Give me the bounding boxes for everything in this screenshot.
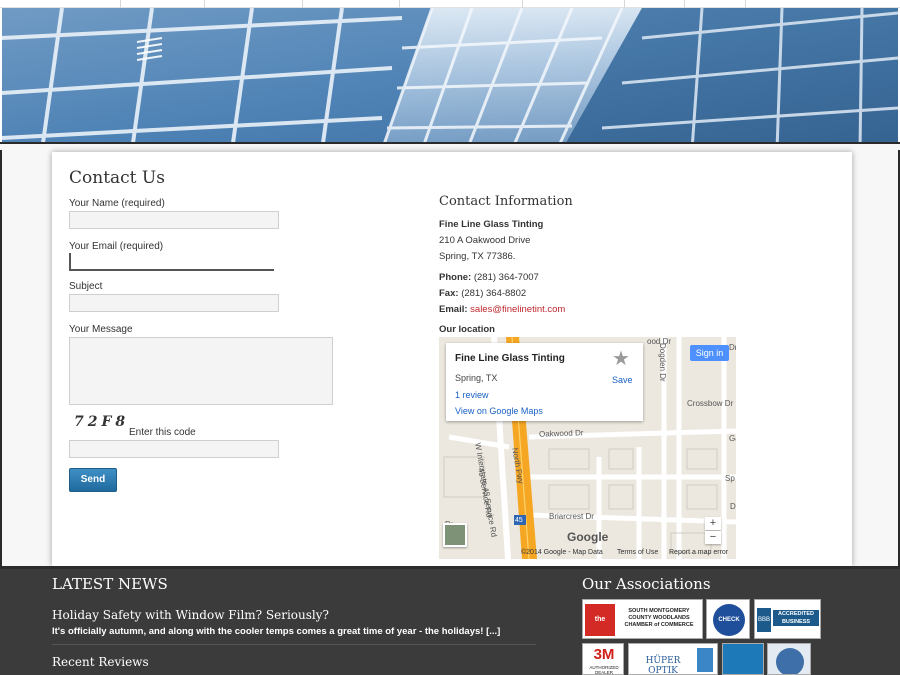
check-pro-badge[interactable]: CHECK PRO xyxy=(706,599,750,639)
street-partial-4: Ga xyxy=(729,434,736,443)
view-on-google-maps-link[interactable]: View on Google Maps xyxy=(455,406,543,416)
email-link[interactable]: sales@finelinetint.com xyxy=(470,304,565,315)
huper-optik-badge[interactable]: HÜPER OPTIK xyxy=(628,643,718,675)
street-partial-5: D xyxy=(730,502,736,511)
street-partial-2: Dr xyxy=(729,343,736,352)
message-label: Your Message xyxy=(69,324,133,335)
message-textarea[interactable] xyxy=(69,337,333,405)
subject-label: Subject xyxy=(69,281,103,292)
latest-news-heading: LATEST NEWS xyxy=(52,575,168,593)
main-content: Contact Us Your Name (required) Your Ema… xyxy=(52,152,852,566)
name-field[interactable] xyxy=(69,211,279,229)
google-logo: Google xyxy=(567,530,609,544)
address-line-1: 210 A Oakwood Drive xyxy=(439,235,531,246)
reviews-link[interactable]: 1 review xyxy=(455,390,489,400)
place-card: Fine Line Glass Tinting Spring, TX 1 rev… xyxy=(446,343,643,421)
bbb-text: ACCREDITED BUSINESS xyxy=(773,610,819,626)
map-copyright: ©2014 Google - Map Data xyxy=(521,549,603,556)
read-more-link[interactable]: [...] xyxy=(486,626,500,637)
hero-bottom-divider xyxy=(0,142,900,150)
recent-reviews-heading: Recent Reviews xyxy=(52,655,149,669)
bbb-badge[interactable]: BBB ACCREDITED BUSINESS xyxy=(754,599,821,639)
name-label: Your Name (required) xyxy=(69,198,165,209)
page-title: Contact Us xyxy=(69,168,165,188)
bbb-logo: BBB xyxy=(757,608,771,632)
top-navigation xyxy=(0,0,900,8)
save-place-link[interactable]: Save xyxy=(612,375,633,385)
phone-row: Phone: (281) 364-7007 xyxy=(439,272,539,283)
terms-of-use-link[interactable]: Terms of Use xyxy=(617,549,658,556)
skin-cancer-foundation-badge[interactable] xyxy=(767,643,811,675)
news-excerpt: It's officially autumn, and along with t… xyxy=(52,626,501,637)
star-icon[interactable]: ★ xyxy=(612,349,630,369)
place-city: Spring, TX xyxy=(455,373,498,383)
email-row: Email: sales@finelinetint.com xyxy=(439,304,566,315)
captcha-image: 72F8 xyxy=(74,414,130,430)
location-label: Our location xyxy=(439,324,495,335)
hero-banner xyxy=(2,8,898,150)
chamber-text: SOUTH MONTGOMERY COUNTY WOODLANDS CHAMBE… xyxy=(624,608,694,628)
zoom-in-button[interactable]: + xyxy=(705,517,721,530)
zoom-out-button[interactable]: − xyxy=(705,531,721,544)
email-label: Your Email (required) xyxy=(69,241,164,252)
route-shield: 45 xyxy=(515,517,523,524)
huper-optik-logo: HÜPER OPTIK xyxy=(645,656,681,675)
street-briarcrest: Briarcrest Dr xyxy=(549,512,594,521)
energy-star-badge[interactable] xyxy=(722,643,764,675)
email-field[interactable] xyxy=(69,253,274,271)
captcha-label: Enter this code xyxy=(129,427,196,438)
street-oakwood: Oakwood Dr xyxy=(538,428,584,439)
3m-logo: 3M xyxy=(593,646,615,663)
report-map-error-link[interactable]: Report a map error xyxy=(669,549,728,556)
check-pro-text: CHECK PRO xyxy=(713,604,745,636)
place-name: Fine Line Glass Tinting xyxy=(455,353,565,364)
captcha-field[interactable] xyxy=(69,440,279,458)
address-line-2: Spring, TX 77386. xyxy=(439,251,516,262)
street-partial-6: Sp xyxy=(725,474,735,483)
chamber-logo-text: the Chamber xyxy=(585,604,615,636)
street-crossbow: Crossbow Dr xyxy=(687,399,734,408)
news-post-link[interactable]: Holiday Safety with Window Film? Serious… xyxy=(52,608,329,622)
fax-row: Fax: (281) 364-8802 xyxy=(439,288,527,299)
3m-text: AUTHORIZED DEALER xyxy=(589,665,619,675)
chamber-badge[interactable]: the Chamber SOUTH MONTGOMERY COUNTY WOOD… xyxy=(582,599,703,639)
location-map[interactable]: Oakwood Dr Crossbow Dr Briarcrest Dr 45 … xyxy=(439,337,736,559)
contact-info-title: Contact Information xyxy=(439,194,573,209)
street-dogden: Dogden Dr xyxy=(658,343,667,382)
subject-field[interactable] xyxy=(69,294,279,312)
sign-in-button[interactable]: Sign in xyxy=(690,345,729,361)
satellite-thumbnail[interactable] xyxy=(443,523,467,547)
associations-heading: Our Associations xyxy=(582,575,711,593)
3m-badge[interactable]: 3M AUTHORIZED DEALER xyxy=(582,643,624,675)
send-button[interactable]: Send xyxy=(69,468,117,492)
company-name: Fine Line Glass Tinting xyxy=(439,219,544,230)
street-partial-1: ood Dr xyxy=(647,337,672,346)
glass-building-image xyxy=(2,8,898,150)
